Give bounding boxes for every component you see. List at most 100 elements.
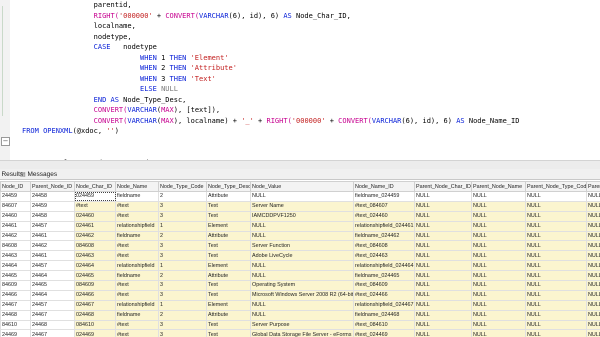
table-cell[interactable]: NULL: [525, 319, 587, 331]
table-cell[interactable]: relationshipfield: [115, 260, 159, 272]
table-cell[interactable]: 24459: [0, 191, 31, 202]
table-cell[interactable]: NULL: [414, 191, 472, 202]
table-cell[interactable]: 084608: [74, 240, 116, 252]
table-cell[interactable]: 24458: [30, 191, 75, 202]
table-cell[interactable]: Element: [206, 299, 251, 311]
table-cell[interactable]: Attribute: [206, 191, 251, 202]
table-row[interactable]: 24469 24467 024469 #text 3 Text Global Data St…: [0, 329, 600, 337]
table-cell[interactable]: Server Function: [250, 240, 354, 252]
table-cell[interactable]: NULL: [471, 200, 526, 212]
table-cell[interactable]: NULL: [525, 200, 587, 212]
table-cell[interactable]: 024467: [74, 299, 116, 311]
table-cell[interactable]: NULL: [586, 220, 600, 232]
table-cell[interactable]: #text: [74, 200, 116, 212]
table-cell[interactable]: 84607: [0, 200, 31, 212]
table-cell[interactable]: NULL: [525, 309, 587, 321]
table-cell[interactable]: 24467: [0, 299, 31, 311]
table-cell[interactable]: NULL: [525, 250, 587, 262]
code-line[interactable]: RIGHT('000000' + CONVERT(VARCHAR(6), id)…: [22, 11, 519, 22]
column-header[interactable]: Node_Type_Desc: [206, 181, 251, 192]
table-cell[interactable]: 84610: [0, 319, 31, 331]
table-cell[interactable]: 24457: [30, 299, 75, 311]
table-cell[interactable]: NULL: [250, 230, 354, 242]
table-cell[interactable]: #text_084608: [353, 240, 415, 252]
table-cell[interactable]: 024464: [74, 260, 116, 272]
table-cell[interactable]: 1: [158, 220, 207, 232]
code-line[interactable]: [22, 147, 519, 158]
table-cell[interactable]: NULL: [525, 191, 587, 202]
table-cell[interactable]: NULL: [525, 280, 587, 291]
table-cell[interactable]: 24467: [30, 329, 75, 337]
table-cell[interactable]: 24467: [30, 309, 75, 321]
table-cell[interactable]: NULL: [471, 289, 526, 301]
table-cell[interactable]: NULL: [586, 210, 600, 222]
table-cell[interactable]: NULL: [525, 270, 587, 282]
table-cell[interactable]: NULL: [586, 289, 600, 301]
code-line[interactable]: nodetype,: [22, 32, 519, 43]
table-cell[interactable]: 1: [158, 260, 207, 272]
table-cell[interactable]: fieldname: [115, 270, 159, 282]
table-cell[interactable]: NULL: [471, 329, 526, 337]
table-cell[interactable]: Text: [206, 280, 251, 291]
table-cell[interactable]: NULL: [414, 210, 472, 222]
table-cell[interactable]: Text: [206, 200, 251, 212]
table-cell[interactable]: 24465: [30, 280, 75, 291]
table-cell[interactable]: NULL: [414, 270, 472, 282]
table-cell[interactable]: fieldname_024468: [353, 309, 415, 321]
table-cell[interactable]: NULL: [471, 319, 526, 331]
column-header[interactable]: Node_Value: [250, 181, 354, 192]
table-cell[interactable]: Text: [206, 289, 251, 301]
table-cell[interactable]: 3: [158, 250, 207, 262]
column-header[interactable]: Parent_Node_ID: [30, 181, 75, 192]
table-cell[interactable]: 084610: [74, 319, 116, 331]
table-cell[interactable]: #text_084610: [353, 319, 415, 331]
table-cell[interactable]: NULL: [250, 299, 354, 311]
table-cell[interactable]: NULL: [250, 260, 354, 272]
table-cell[interactable]: NULL: [586, 240, 600, 252]
table-cell[interactable]: 024468: [74, 309, 116, 321]
sql-editor[interactable]: − parentid, RIGHT('000000' + CONVERT(VAR…: [0, 0, 600, 160]
table-row[interactable]: 24463 24461 024463 #text 3 Text Adobe LiveCycl…: [0, 250, 600, 262]
table-row[interactable]: 84607 24459 #text #text 3 Text Server Name #tex…: [0, 200, 600, 212]
table-cell[interactable]: NULL: [414, 240, 472, 252]
table-cell[interactable]: NULL: [471, 280, 526, 291]
table-cell[interactable]: NULL: [471, 309, 526, 321]
column-header[interactable]: Node_ID: [0, 181, 31, 192]
table-cell[interactable]: 084609: [74, 280, 116, 291]
table-cell[interactable]: NULL: [250, 220, 354, 232]
table-cell[interactable]: #text_024466: [353, 289, 415, 301]
table-cell[interactable]: NULL: [250, 191, 354, 202]
table-cell[interactable]: NULL: [525, 220, 587, 232]
table-cell[interactable]: Text: [206, 240, 251, 252]
table-cell[interactable]: 24458: [30, 210, 75, 222]
table-cell[interactable]: NULL: [586, 200, 600, 212]
table-cell[interactable]: NULL: [471, 250, 526, 262]
table-cell[interactable]: relationshipfield_024461: [353, 220, 415, 232]
sql-code[interactable]: parentid, RIGHT('000000' + CONVERT(VARCH…: [22, 0, 519, 160]
table-cell[interactable]: NULL: [586, 191, 600, 202]
table-cell[interactable]: fieldname: [115, 230, 159, 242]
column-header[interactable]: Parent_Node_Char_ID: [414, 181, 472, 192]
table-cell[interactable]: 3: [158, 289, 207, 301]
table-cell[interactable]: 3: [158, 319, 207, 331]
table-cell[interactable]: NULL: [414, 200, 472, 212]
table-cell[interactable]: 2: [158, 309, 207, 321]
table-cell[interactable]: Text: [206, 250, 251, 262]
table-cell[interactable]: fieldname_024465: [353, 270, 415, 282]
table-cell[interactable]: NULL: [586, 309, 600, 321]
table-cell[interactable]: IAMCDDPVF1250: [250, 210, 354, 222]
table-cell[interactable]: 24457: [30, 260, 75, 272]
table-row[interactable]: 24462 24461 024462 fieldname 2 Attribute NULL f…: [0, 230, 600, 242]
table-cell[interactable]: Element: [206, 260, 251, 272]
code-line[interactable]: CONVERT(VARCHAR(MAX), localname) + '_' +…: [22, 116, 520, 127]
table-cell[interactable]: 024463: [74, 250, 116, 262]
code-line[interactable]: localname,: [22, 21, 519, 32]
table-cell[interactable]: NULL: [586, 230, 600, 242]
table-cell[interactable]: relationshipfield_024467: [353, 299, 415, 311]
table-cell[interactable]: #text: [115, 280, 159, 291]
code-line[interactable]: WHEN 3 THEN 'Text': [22, 74, 519, 85]
table-cell[interactable]: NULL: [471, 191, 526, 202]
table-cell[interactable]: #text: [115, 240, 159, 252]
table-row[interactable]: 24465 24464 024465 fieldname 2 Attribute NULL f…: [0, 270, 600, 282]
table-cell[interactable]: NULL: [586, 250, 600, 262]
